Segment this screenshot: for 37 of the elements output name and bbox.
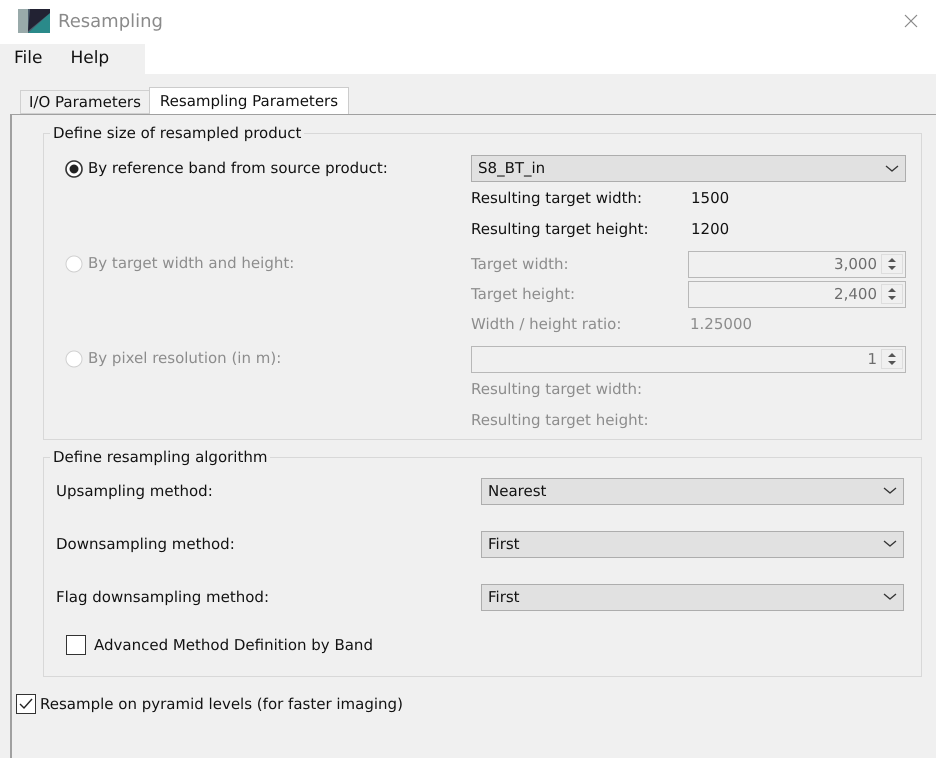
field-label: Flag downsampling method: — [56, 586, 270, 608]
tab[interactable]: Resampling Parameters — [148, 87, 350, 114]
radio-label[interactable]: By reference band from source product: — [88, 157, 388, 180]
checkbox[interactable] — [66, 635, 86, 656]
dropdown[interactable]: First — [481, 530, 904, 558]
menu-item[interactable]: File — [14, 46, 42, 72]
app-icon — [18, 9, 50, 33]
menu-item[interactable]: Help — [70, 46, 110, 72]
chevron-down-icon — [883, 540, 897, 548]
checkbox[interactable] — [16, 694, 36, 714]
radio-button[interactable] — [65, 160, 83, 178]
value-text: 1500 — [691, 188, 730, 210]
tab[interactable]: I/O Parameters — [20, 90, 149, 114]
field-label: Resulting target height: — [471, 410, 649, 432]
spin-arrows-icon[interactable] — [881, 284, 903, 304]
chevron-down-icon — [883, 593, 897, 601]
chevron-down-icon — [885, 164, 899, 172]
dropdown[interactable]: S8_BT_in — [471, 155, 906, 182]
field-label: Target height: — [471, 284, 576, 305]
dropdown[interactable]: Nearest — [481, 478, 904, 504]
field-label: Resulting target width: — [471, 188, 644, 210]
checkbox-label[interactable]: Resample on pyramid levels (for faster imaging) — [40, 693, 403, 716]
close-icon[interactable] — [904, 14, 918, 28]
field-label: Resulting target height: — [471, 219, 650, 240]
field-label: Resulting target width: — [471, 379, 642, 400]
field-label: Upsampling method: — [56, 480, 214, 502]
spin-arrows-icon[interactable] — [881, 254, 903, 274]
window-title: Resampling — [58, 10, 163, 34]
chevron-down-icon — [883, 487, 897, 495]
checkbox-label[interactable]: Advanced Method Definition by Band — [94, 634, 373, 656]
field-label: Target width: — [471, 254, 570, 275]
spin-arrows-icon[interactable] — [881, 349, 903, 369]
value-text: 1.25000 — [690, 314, 752, 336]
value-text: 1200 — [691, 219, 730, 240]
dropdown[interactable]: First — [481, 584, 904, 610]
field-label: Downsampling method: — [56, 534, 236, 555]
field-label: Width / height ratio: — [471, 314, 622, 336]
